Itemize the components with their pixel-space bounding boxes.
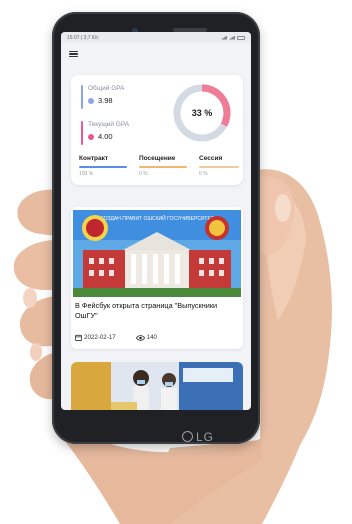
tab-label: Посещение: [139, 155, 176, 162]
status-icons: [221, 35, 245, 40]
current-gpa-value: 4.00: [98, 132, 113, 141]
overall-gpa-label: Общий GPA: [88, 85, 125, 92]
battery-icon: [237, 35, 245, 40]
news-card[interactable]: СОЗДАН ПРАВИТ ОШСКИЙ ГОСУНИВЕРСИТЕТ В Фе…: [71, 207, 243, 349]
news-views: 140: [135, 334, 157, 341]
tab-value: 0 %: [199, 170, 208, 177]
tab-label: Сессия: [199, 155, 223, 162]
status-bar: 16:07 | 3,7 К/с: [61, 32, 251, 43]
status-time: 16:07 | 3,7 К/с: [67, 34, 99, 41]
news-card-second[interactable]: [71, 362, 243, 410]
tab-underline: [79, 166, 127, 168]
tab-underline: [139, 166, 187, 168]
overall-gpa-value-row: 3.98: [88, 96, 113, 105]
hamburger-menu-icon[interactable]: [69, 50, 78, 58]
top-bar: [61, 43, 251, 65]
tab-contract[interactable]: Контракт 100 %: [79, 155, 127, 177]
tab-label: Контракт: [79, 155, 109, 162]
signal-icon: [221, 35, 227, 40]
eye-icon: [135, 334, 145, 341]
tab-attendance[interactable]: Посещение 0 %: [139, 155, 187, 177]
lg-logo-icon: [181, 431, 193, 442]
calendar-icon: [75, 334, 82, 341]
tab-session[interactable]: Сессия 0 %: [199, 155, 239, 177]
brand-logo: LG: [178, 430, 218, 444]
tab-value: 100 %: [79, 170, 94, 177]
heart-icon: [88, 133, 94, 140]
news-date: 2022-02-17: [75, 334, 116, 341]
tab-underline: [199, 166, 239, 168]
news-title[interactable]: В Фейсбук открыта страница "Выпускники О…: [75, 301, 239, 320]
news-views-value: 140: [146, 334, 157, 341]
current-gpa-label: Текущий GPA: [88, 121, 130, 128]
progress-percent: 33 %: [191, 108, 213, 118]
news-image: СОЗДАН ПРАВИТ ОШСКИЙ ГОСУНИВЕРСИТЕТ: [73, 210, 241, 297]
tab-value: 0 %: [139, 170, 148, 177]
brand-logo-text: LG: [195, 430, 214, 444]
app-screen: 16:07 | 3,7 К/с Общий GPA 3.98 Текущий G…: [61, 32, 251, 410]
stats-tabs: Контракт 100 % Посещение 0 % Сессия 0 %: [79, 155, 239, 177]
news-meta: 2022-02-17 140: [75, 334, 239, 341]
current-gpa-value-row: 4.00: [88, 132, 113, 141]
gpa-card: Общий GPA 3.98 Текущий GPA 4.00 33 % Кон…: [71, 75, 243, 185]
news-image-caption: СОЗДАН ПРАВИТ ОШСКИЙ ГОСУНИВЕРСИТЕТ: [100, 214, 214, 222]
current-gpa-bar: [81, 121, 83, 145]
news-date-value: 2022-02-17: [84, 334, 116, 341]
overall-gpa-bar: [81, 85, 83, 109]
overall-gpa-value: 3.98: [98, 96, 113, 105]
news-image-second: [71, 362, 243, 410]
heart-icon: [88, 97, 94, 104]
wifi-icon: [229, 35, 235, 40]
